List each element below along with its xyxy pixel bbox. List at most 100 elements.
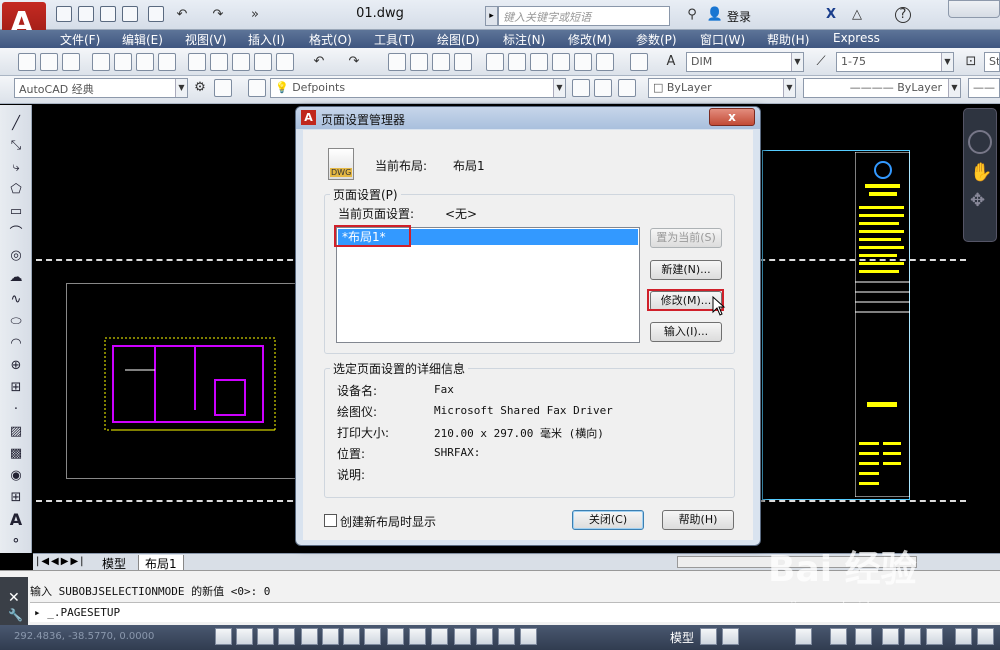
dimstyle-select[interactable]: DIM ▼ <box>686 52 804 72</box>
zoom-realtime-icon[interactable] <box>410 53 428 71</box>
pan-hand-icon[interactable]: ✋ <box>970 162 992 183</box>
quick-view-drawings-icon[interactable] <box>722 628 739 645</box>
help-icon[interactable]: ? <box>895 7 911 23</box>
tablestyle-select[interactable]: 1-75 ▼ <box>836 52 954 72</box>
menu-help[interactable]: 帮助(H) <box>767 31 809 48</box>
undo-icon[interactable]: ↶ <box>173 6 191 24</box>
workspace-switching-icon[interactable] <box>882 628 899 645</box>
zoom-previous-icon[interactable] <box>454 53 472 71</box>
infer-constraints-icon[interactable] <box>215 628 232 645</box>
menu-dimension[interactable]: 标注(N) <box>503 31 545 48</box>
menu-express[interactable]: Express <box>833 31 880 45</box>
multiline-text-icon[interactable]: A <box>8 512 24 528</box>
gradient-icon[interactable]: ▩ <box>8 446 24 462</box>
ortho-mode-icon[interactable] <box>278 628 295 645</box>
plot-icon[interactable] <box>148 6 164 22</box>
redo-icon[interactable]: ↷ <box>209 6 227 24</box>
hardware-acceleration-icon[interactable] <box>926 628 943 645</box>
3d-object-snap-icon[interactable] <box>343 628 360 645</box>
rectangle-icon[interactable]: ▭ <box>8 204 24 220</box>
hatch-icon[interactable]: ▨ <box>8 424 24 440</box>
dynamic-ucs-icon[interactable] <box>387 628 404 645</box>
point-icon[interactable]: · <box>8 402 24 418</box>
menu-format[interactable]: 格式(O) <box>309 31 352 48</box>
table-icon[interactable]: ⊞ <box>8 490 24 506</box>
print-icon[interactable] <box>92 53 110 71</box>
line-icon[interactable]: ╱ <box>8 116 24 132</box>
circle-icon[interactable]: ◎ <box>8 248 24 264</box>
lineweight-select[interactable]: —— <box>968 78 1000 98</box>
layer-states-icon[interactable] <box>618 79 636 97</box>
autodesk-icon[interactable]: △ <box>848 6 866 24</box>
menu-modify[interactable]: 修改(M) <box>568 31 612 48</box>
isolate-objects-icon[interactable] <box>955 628 972 645</box>
binoculars-icon[interactable]: ⚲ <box>683 6 701 24</box>
redo-toolbar-icon[interactable]: ↷ <box>345 53 363 71</box>
multileader-style-select[interactable]: St <box>984 52 1000 72</box>
polyline-icon[interactable]: ⤷ <box>8 160 24 176</box>
match-properties-icon[interactable] <box>254 53 272 71</box>
open-icon[interactable] <box>40 53 58 71</box>
workspace-select[interactable]: AutoCAD 经典 ▼ <box>14 78 188 98</box>
search-expand-icon[interactable]: ▸ <box>485 6 498 26</box>
make-block-icon[interactable]: ⊞ <box>8 380 24 396</box>
insert-block-icon[interactable]: ⊕ <box>8 358 24 374</box>
dialog-close-button[interactable]: x <box>709 108 755 126</box>
make-current-layer-icon[interactable] <box>572 79 590 97</box>
polygon-icon[interactable]: ⬠ <box>8 182 24 198</box>
properties-icon[interactable] <box>486 53 504 71</box>
exchange-icon[interactable]: X <box>822 6 840 24</box>
new-button[interactable]: 新建(N)... <box>650 260 722 280</box>
markup-icon[interactable] <box>574 53 592 71</box>
3d-dwf-icon[interactable] <box>158 53 176 71</box>
orbit-icon[interactable]: ✥ <box>970 190 985 211</box>
dimension-style-icon[interactable]: ⟋ <box>812 53 830 71</box>
steering-wheel-icon[interactable] <box>968 130 992 154</box>
save-icon[interactable] <box>100 6 116 22</box>
dynamic-input-icon[interactable] <box>409 628 426 645</box>
undo-toolbar-icon[interactable]: ↶ <box>310 53 328 71</box>
import-button[interactable]: 输入(I)... <box>650 322 722 342</box>
annotation-visibility-icon[interactable] <box>855 628 872 645</box>
close-button[interactable]: 关闭(C) <box>572 510 644 530</box>
layer-select[interactable]: 💡 Defpoints ▼ <box>270 78 566 98</box>
help-button[interactable]: 帮助(H) <box>662 510 734 530</box>
help-toolbar-icon[interactable] <box>630 53 648 71</box>
quick-properties-icon[interactable] <box>476 628 493 645</box>
customize-command-icon[interactable]: 🔧 <box>8 608 23 622</box>
login-link[interactable]: 登录 <box>727 8 751 25</box>
paste-icon[interactable] <box>232 53 250 71</box>
menu-insert[interactable]: 插入(I) <box>248 31 285 48</box>
workspace-settings-icon[interactable]: ⚙ <box>191 79 209 97</box>
color-select[interactable]: □ ByLayer ▼ <box>648 78 796 98</box>
toolbar-lock-icon[interactable] <box>904 628 921 645</box>
menu-draw[interactable]: 绘图(D) <box>437 31 480 48</box>
block-editor-icon[interactable] <box>276 53 294 71</box>
region-icon[interactable]: ◉ <box>8 468 24 484</box>
clean-screen-icon[interactable] <box>977 628 994 645</box>
copy-icon[interactable] <box>210 53 228 71</box>
pan-icon[interactable] <box>388 53 406 71</box>
sheet-set-icon[interactable] <box>552 53 570 71</box>
save-toolbar-icon[interactable] <box>62 53 80 71</box>
quick-view-layouts-icon[interactable] <box>700 628 717 645</box>
search-input[interactable]: 键入关键字或短语 <box>498 6 670 26</box>
menu-parametric[interactable]: 参数(P) <box>636 31 677 48</box>
add-selected-icon[interactable]: ⚬ <box>8 534 24 550</box>
more-tools-icon[interactable]: » <box>246 6 264 24</box>
tool-palettes-icon[interactable] <box>530 53 548 71</box>
ellipse-icon[interactable]: ⬭ <box>8 314 24 330</box>
linetype-select[interactable]: ———— ByLayer ▼ <box>803 78 961 98</box>
tab-navigation-arrows-icon[interactable]: |◀◀▶▶| <box>36 556 86 567</box>
ellipse-arc-icon[interactable]: ◠ <box>8 336 24 352</box>
multileader-style-icon[interactable]: ⊡ <box>962 53 980 71</box>
zoom-window-icon[interactable] <box>432 53 450 71</box>
annotation-scale-icon[interactable] <box>830 628 847 645</box>
snap-mode-icon[interactable] <box>236 628 253 645</box>
menu-view[interactable]: 视图(V) <box>185 31 227 48</box>
text-style-icon[interactable]: A <box>662 53 680 71</box>
object-snap-icon[interactable] <box>322 628 339 645</box>
transparency-icon[interactable] <box>454 628 471 645</box>
quickcalc-icon[interactable] <box>596 53 614 71</box>
minimize-button[interactable] <box>948 0 1000 18</box>
